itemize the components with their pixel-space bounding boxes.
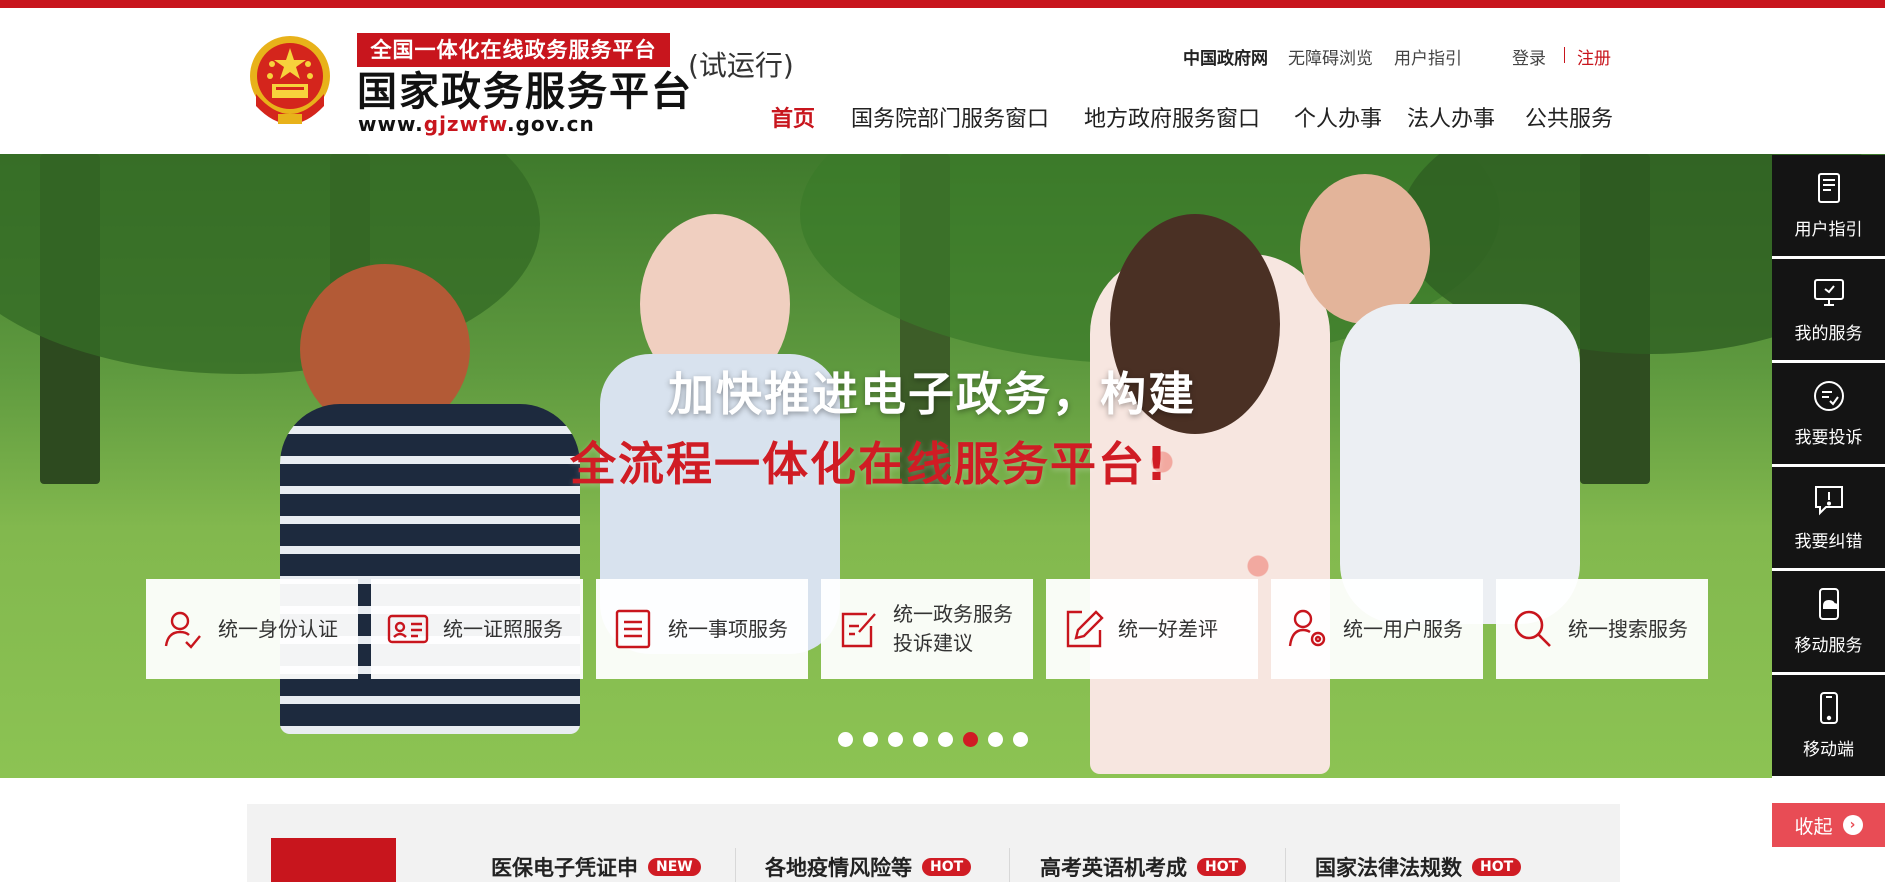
accessible-link[interactable]: 无障碍浏览 [1288, 44, 1373, 69]
carousel-dot[interactable] [988, 732, 1003, 747]
hot-badge: HOT [1472, 858, 1522, 876]
service-user[interactable]: 统一用户服务 [1271, 579, 1483, 679]
logo-url: www.gjzwfw.gov.cn [358, 112, 595, 136]
service-identity-auth[interactable]: 统一身份认证 [146, 579, 358, 679]
collapse-button[interactable]: 收起 › [1772, 803, 1885, 847]
carousel-dot[interactable] [938, 732, 953, 747]
person-face [1300, 174, 1430, 324]
new-badge: NEW [648, 858, 701, 876]
user-gear-icon [1288, 609, 1326, 647]
service-label: 统一证照服务 [443, 616, 563, 641]
person-shirt [1340, 304, 1580, 624]
section-tab-block [271, 838, 396, 882]
person-striped-shirt [280, 404, 580, 734]
service-search[interactable]: 统一搜索服务 [1496, 579, 1708, 679]
nav-home[interactable]: 首页 [771, 101, 815, 133]
carousel-indicators [838, 732, 1028, 747]
sidebar-item-my-services[interactable]: 我的服务 [1772, 259, 1885, 363]
service-label: 统一搜索服务 [1568, 616, 1688, 641]
mobile-cloud-icon [1818, 588, 1839, 620]
id-card-icon [387, 614, 429, 644]
service-label: 统一事项服务 [668, 616, 788, 641]
gov-link[interactable]: 中国政府网 [1183, 44, 1268, 69]
carousel-dot[interactable] [963, 732, 978, 747]
monitor-icon [1813, 279, 1844, 306]
sidebar-item-user-guide[interactable]: 用户指引 [1772, 155, 1885, 259]
right-float-sidebar: 用户指引 我的服务 我要投诉 我要纠错 移动服务 移动端 [1772, 155, 1885, 779]
edit-note-icon [841, 612, 876, 648]
service-rating[interactable]: 统一好差评 [1046, 579, 1258, 679]
service-label: 统一身份认证 [218, 616, 338, 641]
util-divider [1564, 47, 1565, 63]
hero-banner[interactable]: 加快推进电子政务，构建 全流程一体化在线服务平台! 统一身份认证 统一证照服务 … [0, 154, 1885, 778]
news-item[interactable]: 国家法律法规数 HOT [1315, 852, 1522, 882]
guide-book-icon [1817, 173, 1840, 203]
service-label: 统一政务服务 投诉建议 [893, 602, 1013, 655]
logo-badge: 全国一体化在线政务服务平台 [357, 33, 670, 67]
top-accent-bar [0, 0, 1885, 8]
carousel-dot[interactable] [838, 732, 853, 747]
login-link[interactable]: 登录 [1512, 44, 1546, 69]
carousel-dot[interactable] [913, 732, 928, 747]
nav-state-council[interactable]: 国务院部门服务窗口 [851, 101, 1049, 133]
carousel-dot[interactable] [1013, 732, 1028, 747]
hero-slogan-line1: 加快推进电子政务，构建 [668, 367, 1196, 421]
service-complaint-suggestion[interactable]: 统一政务服务 投诉建议 [821, 579, 1033, 679]
complaint-check-icon [1813, 381, 1844, 411]
nav-public[interactable]: 公共服务 [1525, 101, 1613, 133]
service-license[interactable]: 统一证照服务 [371, 579, 583, 679]
sidebar-item-correction[interactable]: 我要纠错 [1772, 467, 1885, 571]
hero-slogan-line2: 全流程一体化在线服务平台! [570, 437, 1169, 491]
mobile-icon [1819, 692, 1838, 724]
trial-label: (试运行) [688, 49, 794, 82]
sidebar-item-mobile-app[interactable]: 移动端 [1772, 675, 1885, 779]
user-guide-link[interactable]: 用户指引 [1394, 44, 1462, 69]
hot-badge: HOT [922, 858, 972, 876]
logo-title: 国家政务服务平台 [357, 69, 693, 115]
sidebar-item-mobile-service[interactable]: 移动服务 [1772, 571, 1885, 675]
search-icon [1514, 610, 1551, 647]
pencil-icon [1066, 610, 1104, 648]
news-ticker-section: 医保电子凭证申 NEW 各地疫情风险等 HOT 高考英语机考成 HOT 国家法律法规数… [247, 804, 1620, 882]
service-label: 统一好差评 [1118, 616, 1218, 641]
hot-badge: HOT [1197, 858, 1247, 876]
person-check-icon [164, 611, 201, 649]
nav-personal[interactable]: 个人办事 [1294, 101, 1382, 133]
service-label: 统一用户服务 [1343, 616, 1463, 641]
alert-message-icon [1814, 486, 1843, 516]
nav-local-gov[interactable]: 地方政府服务窗口 [1084, 101, 1260, 133]
site-header: 全国一体化在线政务服务平台 国家政务服务平台 www.gjzwfw.gov.cn… [0, 8, 1885, 154]
sidebar-item-complaint[interactable]: 我要投诉 [1772, 363, 1885, 467]
carousel-dot[interactable] [863, 732, 878, 747]
service-matters[interactable]: 统一事项服务 [596, 579, 808, 679]
news-divider [1285, 848, 1286, 882]
arrow-right-icon: › [1842, 815, 1863, 835]
news-item[interactable]: 医保电子凭证申 NEW [491, 852, 701, 882]
news-item[interactable]: 高考英语机考成 HOT [1040, 852, 1247, 882]
register-link[interactable]: 注册 [1577, 44, 1611, 69]
news-item[interactable]: 各地疫情风险等 HOT [765, 852, 972, 882]
national-emblem-icon [250, 36, 330, 124]
document-list-icon [615, 609, 651, 649]
news-divider [735, 848, 736, 882]
nav-corporate[interactable]: 法人办事 [1407, 101, 1495, 133]
news-divider [1009, 848, 1010, 882]
carousel-dot[interactable] [888, 732, 903, 747]
